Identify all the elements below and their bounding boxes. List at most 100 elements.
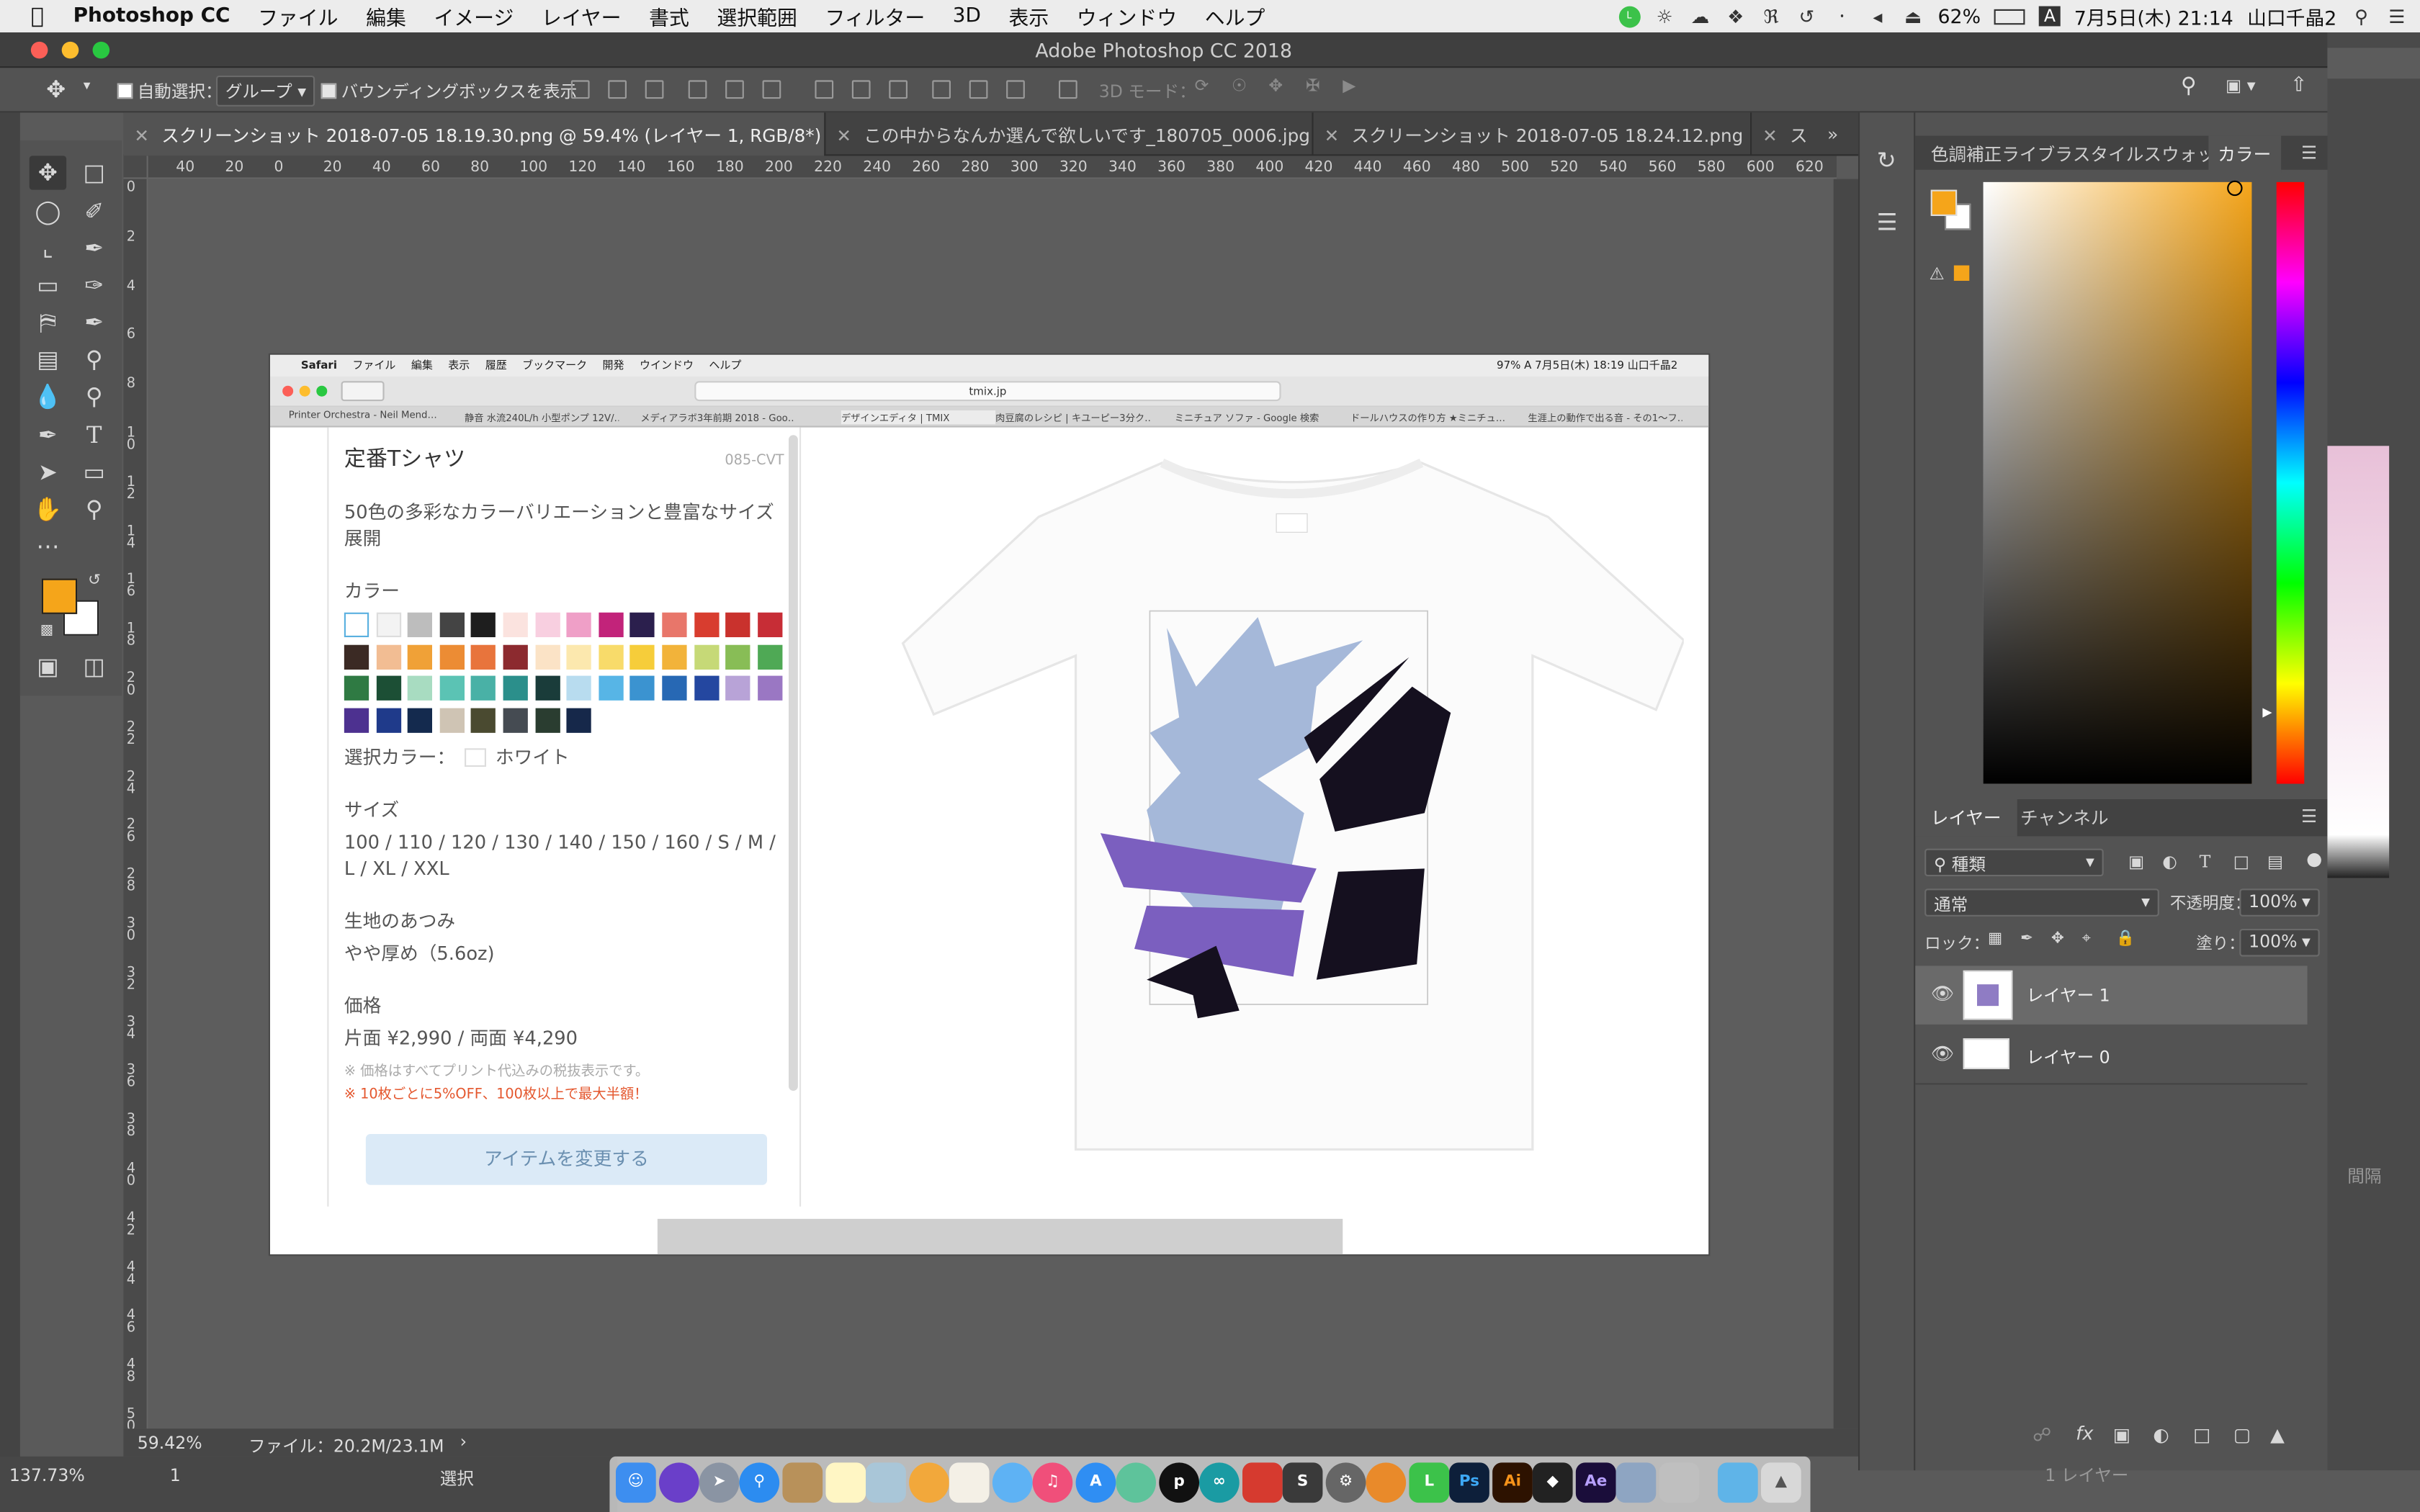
system-preferences-icon[interactable]: ⚙ bbox=[1325, 1462, 1366, 1503]
finder-icon[interactable]: ☺ bbox=[616, 1462, 656, 1503]
new-layer-icon[interactable]: ▢ bbox=[2233, 1424, 2251, 1446]
color-swatch[interactable] bbox=[408, 708, 433, 733]
dodge-tool-icon[interactable]: ⚲ bbox=[76, 379, 112, 413]
tab-swatches[interactable]: スウォッ bbox=[2143, 142, 2215, 166]
paint-bucket-tool-icon[interactable]: ⚲ bbox=[76, 343, 112, 377]
menu-view[interactable]: 表示 bbox=[995, 1, 1062, 31]
pen-tool-icon[interactable]: ✒ bbox=[30, 418, 66, 452]
change-item-button[interactable]: アイテムを変更する bbox=[365, 1134, 767, 1185]
color-swatch[interactable] bbox=[630, 675, 655, 701]
align-right-icon[interactable] bbox=[762, 80, 781, 99]
messages-icon[interactable] bbox=[992, 1462, 1033, 1503]
blur-tool-icon[interactable]: 💧 bbox=[30, 379, 66, 413]
chevron-down-icon[interactable]: ▾ bbox=[84, 78, 91, 94]
panel-menu-icon[interactable]: ☰ bbox=[2301, 806, 2317, 827]
color-swatch[interactable] bbox=[503, 644, 528, 670]
itunes-icon[interactable]: ♫ bbox=[1032, 1462, 1073, 1503]
color-swatch[interactable] bbox=[694, 644, 719, 670]
web-safe-chip[interactable] bbox=[1953, 265, 1970, 281]
quick-select-tool-icon[interactable]: ✐ bbox=[76, 194, 112, 228]
eye-icon[interactable]: 👁 bbox=[1931, 983, 1955, 1004]
creative-cloud-icon[interactable]: ☼ bbox=[1654, 6, 1675, 27]
layer-name[interactable]: レイヤー 1 bbox=[2027, 983, 2110, 1007]
color-swatch[interactable] bbox=[662, 675, 687, 701]
clock[interactable]: 7月5日(木) 21:14 bbox=[2074, 1, 2233, 31]
lock-all-icon[interactable]: 🔒 bbox=[2116, 930, 2136, 948]
color-swatch[interactable] bbox=[630, 644, 655, 670]
status-menu-arrow[interactable]: › bbox=[460, 1432, 467, 1452]
auto-select-dropdown[interactable]: グループ ▾ bbox=[216, 76, 315, 107]
align-vcenter-icon[interactable] bbox=[608, 80, 627, 99]
distribute-top-icon[interactable] bbox=[815, 80, 834, 99]
type-tool-icon[interactable]: T bbox=[76, 418, 112, 452]
color-swatch[interactable] bbox=[566, 644, 592, 670]
color-swatch[interactable] bbox=[439, 612, 465, 637]
line-icon[interactable]: L bbox=[1409, 1462, 1450, 1503]
app-store-icon[interactable]: A bbox=[1075, 1462, 1116, 1503]
color-swatch[interactable] bbox=[471, 675, 496, 701]
notes-icon[interactable] bbox=[825, 1462, 866, 1503]
3d-roll-icon[interactable]: ☉ bbox=[1232, 76, 1247, 96]
illustrator-icon[interactable]: Ai bbox=[1492, 1462, 1533, 1503]
lasso-tool-icon[interactable]: ◯ bbox=[30, 194, 66, 228]
tab-channels[interactable]: チャンネル bbox=[2020, 806, 2108, 830]
contacts-icon[interactable] bbox=[782, 1462, 823, 1503]
quick-mask-icon[interactable]: ▣ bbox=[30, 649, 66, 683]
color-swatch[interactable] bbox=[566, 612, 592, 637]
close-tab-icon[interactable]: ✕ bbox=[1325, 125, 1340, 147]
menu-window[interactable]: ウィンドウ bbox=[1063, 1, 1191, 31]
screenshot-app-icon[interactable] bbox=[1615, 1462, 1657, 1503]
color-swatch[interactable] bbox=[344, 612, 369, 637]
photoshop-icon[interactable]: Ps bbox=[1449, 1462, 1489, 1503]
preview-icon[interactable] bbox=[866, 1462, 906, 1503]
healing-brush-tool-icon[interactable]: ▭ bbox=[30, 269, 66, 302]
color-swatch[interactable] bbox=[694, 612, 719, 637]
line-app-icon[interactable]: L bbox=[1618, 5, 1640, 27]
launchpad-icon[interactable]: ➤ bbox=[699, 1462, 740, 1503]
auto-align-icon[interactable] bbox=[1059, 80, 1077, 99]
document-image[interactable]: Safari ファイル 編集 表示 履歴 ブックマーク 開発 ウインドウ ヘルプ… bbox=[270, 354, 1709, 1255]
distribute-bottom-icon[interactable] bbox=[889, 80, 908, 99]
menu-layer[interactable]: レイヤー bbox=[528, 1, 635, 31]
vertical-ruler[interactable]: 0 2 4 6 8 10 12 14 16 18 20 22 24 26 28 30 32 34 36 38 40 42 4… bbox=[123, 179, 148, 1429]
color-swatch[interactable] bbox=[471, 612, 496, 637]
color-swatch[interactable] bbox=[375, 675, 401, 701]
lock-position-icon[interactable]: ✥ bbox=[2051, 930, 2064, 948]
filter-type-icon[interactable]: T bbox=[2200, 852, 2211, 872]
zoom-tool-icon[interactable]: ⚲ bbox=[76, 492, 112, 526]
color-swatch[interactable] bbox=[375, 708, 401, 733]
sketchup-icon[interactable] bbox=[1242, 1462, 1283, 1503]
brush-tool-icon[interactable]: ✑ bbox=[76, 269, 112, 302]
color-swatch[interactable] bbox=[725, 644, 750, 670]
history-panel-icon[interactable]: ↻ bbox=[1877, 147, 1896, 175]
eraser-tool-icon[interactable]: ▤ bbox=[30, 343, 66, 377]
safari-icon[interactable]: ⚲ bbox=[739, 1462, 780, 1503]
dropbox-icon[interactable]: ❖ bbox=[1725, 6, 1747, 27]
atom-icon[interactable] bbox=[1116, 1462, 1156, 1503]
close-tab-icon[interactable]: ✕ bbox=[836, 125, 851, 147]
doc-tab[interactable]: ✕ この中からなんか選んで欲しいです_180705_0006.jpg bbox=[824, 112, 1312, 156]
processing-icon[interactable]: p bbox=[1159, 1462, 1199, 1503]
color-swatch[interactable] bbox=[630, 612, 655, 637]
distribute-vcenter-icon[interactable] bbox=[851, 80, 871, 99]
bounding-box-checkbox[interactable]: バウンディングボックスを表示 bbox=[321, 78, 577, 103]
color-swatch[interactable] bbox=[757, 675, 782, 701]
filter-toggle-icon[interactable] bbox=[2307, 853, 2321, 868]
menu-type[interactable]: 書式 bbox=[635, 1, 703, 31]
notification-center-icon[interactable]: ☰ bbox=[2386, 6, 2408, 27]
menu-image[interactable]: イメージ bbox=[420, 1, 527, 31]
color-swatch[interactable] bbox=[471, 644, 496, 670]
spotlight-icon[interactable]: ⚲ bbox=[2351, 6, 2372, 27]
hand-tool-icon[interactable]: ✋ bbox=[30, 492, 66, 526]
user-name[interactable]: 山口千晶2 bbox=[2247, 1, 2336, 31]
align-left-icon[interactable] bbox=[688, 80, 707, 99]
color-swatch[interactable] bbox=[471, 708, 496, 733]
fill-field[interactable]: 100% ▾ bbox=[2239, 929, 2320, 957]
color-swatch[interactable] bbox=[408, 612, 433, 637]
swap-colors-icon[interactable]: ↺ bbox=[88, 572, 101, 590]
screen-mode-icon[interactable]: ◫ bbox=[76, 649, 112, 683]
bluetooth-icon[interactable]: ᛫ bbox=[1832, 6, 1853, 27]
path-select-tool-icon[interactable]: ➤ bbox=[30, 455, 66, 489]
apple-menu-icon[interactable]:  bbox=[0, 4, 59, 28]
distribute-left-icon[interactable] bbox=[932, 80, 951, 99]
